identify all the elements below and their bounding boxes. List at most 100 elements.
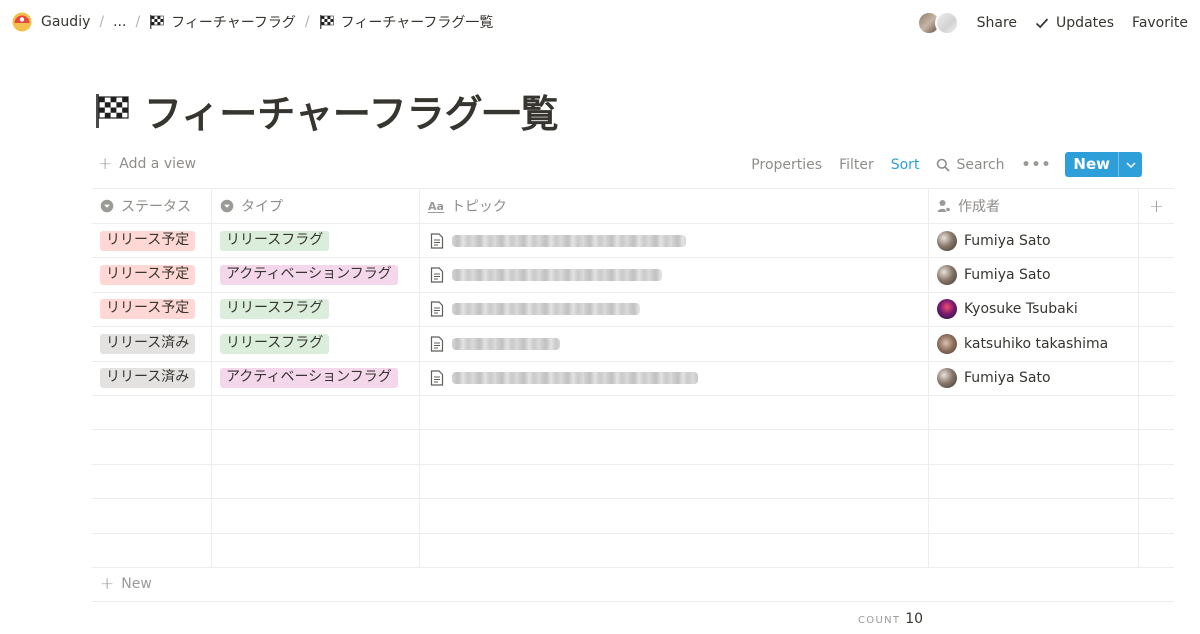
person-icon bbox=[937, 200, 951, 213]
table-row[interactable]: リリース予定 リリースフラグ Kyosuke Tsubaki bbox=[92, 292, 1174, 328]
checkered-flag-icon[interactable] bbox=[94, 93, 130, 128]
sort-button[interactable]: Sort bbox=[891, 157, 920, 173]
author-cell[interactable] bbox=[929, 395, 1139, 430]
count-label: COUNT bbox=[858, 615, 901, 626]
chevron-down-icon bbox=[1125, 161, 1136, 168]
type-tag: リリースフラグ bbox=[220, 230, 330, 251]
new-row-button[interactable]: + New bbox=[92, 568, 1174, 602]
column-label: ステータス bbox=[121, 199, 191, 215]
author-cell[interactable]: Fumiya Sato bbox=[929, 361, 1139, 395]
avatar bbox=[937, 230, 957, 251]
properties-button[interactable]: Properties bbox=[751, 157, 822, 173]
column-header-type[interactable]: タイプ bbox=[212, 189, 420, 223]
type-cell[interactable] bbox=[212, 430, 420, 464]
new-button[interactable]: New bbox=[1065, 152, 1118, 177]
topic-cell[interactable] bbox=[420, 258, 929, 292]
page-title[interactable]: フィーチャーフラグ一覧 bbox=[144, 83, 559, 138]
topic-cell[interactable] bbox=[420, 361, 929, 395]
updates-label: Updates bbox=[1056, 15, 1115, 31]
table-row[interactable] bbox=[92, 464, 1174, 500]
topic-cell[interactable] bbox=[420, 499, 929, 533]
type-cell[interactable]: リリースフラグ bbox=[212, 224, 420, 258]
empty-cell bbox=[1139, 258, 1174, 291]
type-tag: リリースフラグ bbox=[220, 333, 330, 354]
status-cell[interactable]: リリース予定 bbox=[92, 292, 212, 327]
author-name: Fumiya Sato bbox=[964, 232, 1051, 249]
author-cell[interactable] bbox=[929, 430, 1139, 464]
type-cell[interactable]: アクティベーションフラグ bbox=[212, 258, 420, 292]
column-header-author[interactable]: 作成者 bbox=[929, 189, 1139, 223]
empty-cell bbox=[1139, 293, 1174, 326]
type-cell[interactable]: リリースフラグ bbox=[212, 327, 420, 361]
add-view-button[interactable]: + Add a view bbox=[98, 156, 197, 173]
type-cell[interactable] bbox=[212, 499, 420, 533]
breadcrumb-parent[interactable]: フィーチャーフラグ bbox=[147, 12, 298, 32]
search-button[interactable]: Search bbox=[936, 157, 1005, 173]
avatar bbox=[937, 299, 957, 320]
favorite-button[interactable]: Favorite bbox=[1132, 15, 1188, 31]
status-cell[interactable] bbox=[92, 464, 212, 499]
table-row[interactable]: リリース予定 アクティベーションフラグ Fumiya Sato bbox=[92, 258, 1174, 293]
author-cell[interactable] bbox=[929, 464, 1139, 499]
add-column-button[interactable]: + bbox=[1139, 189, 1174, 223]
author-cell[interactable]: katsuhiko takashima bbox=[929, 327, 1139, 361]
collaborator-avatars[interactable] bbox=[916, 11, 959, 35]
empty-cell bbox=[1139, 327, 1174, 360]
status-cell[interactable]: リリース済み bbox=[92, 327, 212, 361]
filter-button[interactable]: Filter bbox=[839, 157, 874, 173]
status-cell[interactable]: リリース予定 bbox=[92, 224, 212, 258]
topic-cell[interactable] bbox=[420, 533, 929, 567]
status-cell[interactable] bbox=[92, 395, 212, 430]
table-row[interactable] bbox=[92, 499, 1174, 534]
type-cell[interactable] bbox=[212, 533, 420, 567]
share-button[interactable]: Share bbox=[977, 15, 1017, 31]
status-cell[interactable] bbox=[92, 430, 212, 464]
add-view-label: Add a view bbox=[119, 156, 197, 172]
status-tag: リリース予定 bbox=[100, 230, 196, 251]
breadcrumb-current[interactable]: フィーチャーフラグ一覧 bbox=[317, 12, 496, 32]
person-chip: Fumiya Sato bbox=[937, 230, 1051, 251]
type-cell[interactable]: リリースフラグ bbox=[212, 292, 420, 327]
breadcrumb-ellipsis[interactable]: ... bbox=[111, 14, 128, 30]
column-header-topic[interactable]: Aa トピック bbox=[420, 189, 929, 223]
table-row[interactable]: リリース予定 リリースフラグ Fumiya Sato bbox=[92, 224, 1174, 259]
table-row[interactable] bbox=[92, 395, 1174, 431]
avatar bbox=[937, 368, 957, 389]
table-row[interactable]: リリース済み アクティベーションフラグ Fumiya Sato bbox=[92, 361, 1174, 396]
type-cell[interactable] bbox=[212, 464, 420, 499]
status-cell[interactable]: リリース予定 bbox=[92, 258, 212, 292]
topic-cell[interactable] bbox=[420, 430, 929, 464]
author-cell[interactable] bbox=[929, 533, 1139, 567]
new-dropdown-button[interactable] bbox=[1118, 152, 1142, 177]
topic-cell[interactable] bbox=[420, 464, 929, 499]
topic-cell[interactable] bbox=[420, 224, 929, 258]
author-cell[interactable] bbox=[929, 499, 1139, 533]
author-cell[interactable]: Kyosuke Tsubaki bbox=[929, 292, 1139, 327]
updates-button[interactable]: Updates bbox=[1035, 15, 1114, 31]
table-row[interactable] bbox=[92, 533, 1174, 568]
type-cell[interactable]: アクティベーションフラグ bbox=[212, 361, 420, 395]
topic-cell[interactable] bbox=[420, 395, 929, 430]
breadcrumb-separator: / bbox=[135, 14, 141, 30]
count-footer[interactable]: COUNT 10 bbox=[858, 611, 923, 627]
redacted-topic-text bbox=[452, 234, 686, 247]
empty-cell bbox=[1139, 499, 1174, 532]
author-cell[interactable]: Fumiya Sato bbox=[929, 258, 1139, 292]
avatar bbox=[937, 333, 957, 354]
author-cell[interactable]: Fumiya Sato bbox=[929, 224, 1139, 258]
status-cell[interactable] bbox=[92, 499, 212, 533]
avatar bbox=[934, 11, 959, 35]
topic-cell[interactable] bbox=[420, 327, 929, 361]
column-header-status[interactable]: ステータス bbox=[92, 189, 212, 223]
column-label: トピック bbox=[450, 199, 507, 215]
column-label: 作成者 bbox=[958, 199, 1000, 215]
type-tag: アクティベーションフラグ bbox=[220, 368, 398, 389]
topic-cell[interactable] bbox=[420, 292, 929, 327]
type-cell[interactable] bbox=[212, 395, 420, 430]
table-row[interactable] bbox=[92, 430, 1174, 465]
breadcrumb-workspace[interactable]: Gaudiy bbox=[39, 14, 92, 30]
status-cell[interactable]: リリース済み bbox=[92, 361, 212, 395]
status-cell[interactable] bbox=[92, 533, 212, 567]
table-row[interactable]: リリース済み リリースフラグ katsuhiko takashima bbox=[92, 327, 1174, 362]
more-options-icon[interactable]: ••• bbox=[1022, 157, 1052, 173]
